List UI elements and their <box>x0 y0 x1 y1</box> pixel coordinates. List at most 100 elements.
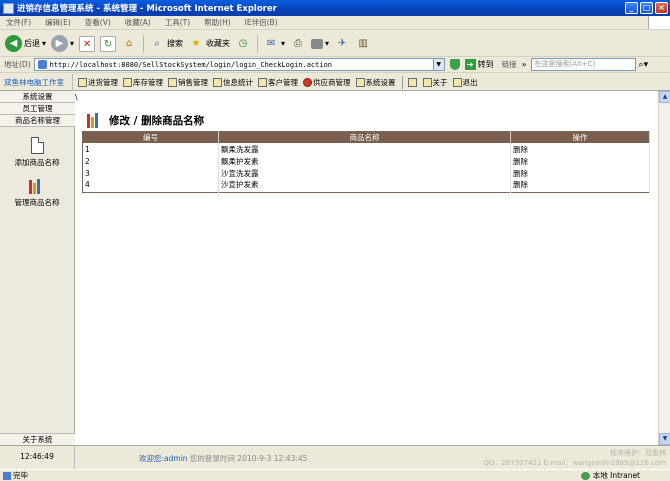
scroll-up-icon[interactable]: ▲ <box>659 91 670 103</box>
table-row: 3 沙宣洗发露 删除 <box>82 167 650 179</box>
brand-name: 双鱼林电脑工作室 <box>0 73 73 91</box>
toolbar-separator <box>143 34 145 53</box>
sidebar-button-employees[interactable]: 员工管理 <box>0 103 75 115</box>
delete-link[interactable]: 删除 <box>510 155 650 167</box>
maximize-icon[interactable]: □ <box>640 2 653 14</box>
print-icon: ⎙ <box>294 37 303 49</box>
edit-button[interactable]: ▾ <box>311 38 329 49</box>
column-header-name: 商品名称 <box>218 131 511 143</box>
sidebar-entry-manage-product-names[interactable]: 管理商品名称 <box>0 178 74 208</box>
history-button[interactable]: ◷ <box>235 36 251 52</box>
go-button[interactable]: 转到 <box>478 59 494 70</box>
delete-link[interactable]: 删除 <box>510 167 650 179</box>
nav-inventory[interactable]: 库存管理 <box>123 77 163 88</box>
window-title: 进销存信息管理系统 - 系统管理 - Microsoft Internet Ex… <box>17 4 277 14</box>
nav-statistics[interactable]: 信息统计 <box>213 77 253 88</box>
home-button[interactable]: ⌂ <box>121 36 137 52</box>
table-row: 1 飘柔洗发露 删除 <box>82 143 650 155</box>
nav-purchase[interactable]: 进货管理 <box>78 77 118 88</box>
nav-label: 库存管理 <box>133 77 163 87</box>
links-label[interactable]: 链接 <box>502 59 517 70</box>
main-nav: 进货管理 库存管理 销售管理 信息统计 客户管理 供应商管理 系统设置 关于 退… <box>73 75 478 89</box>
app-header: 双鱼林电脑工作室 进货管理 库存管理 销售管理 信息统计 客户管理 供应商管理 … <box>0 73 670 91</box>
nav-label: 系统设置 <box>365 77 396 87</box>
table-row: 4 沙宣护发素 删除 <box>82 179 650 193</box>
cell-name: 飘柔护发素 <box>218 155 511 167</box>
cell-name: 沙宣洗发露 <box>218 167 511 179</box>
back-button[interactable]: ◀ 后退 ▾ <box>5 35 46 52</box>
nav-customers[interactable]: 客户管理 <box>258 77 298 88</box>
mail-button[interactable]: ✉ ▾ <box>263 36 285 52</box>
delete-link[interactable]: 删除 <box>510 143 650 155</box>
nav-label: 信息统计 <box>223 77 253 87</box>
address-input[interactable]: http://localhost:8080/SellStockSystem/lo… <box>33 58 434 71</box>
books-icon <box>29 178 45 194</box>
browser-toolbar: ◀ 后退 ▾ ▶ ▾ ✕ ↻ ⌂ ⌕ 搜索 ★ 收藏夹 ◷ ✉ ▾ ⎙ ▾ ✈ … <box>0 31 670 57</box>
credit-contact: QQ：287307421 E-mail：wangjunlin1985@126.c… <box>483 459 666 467</box>
sidebar-entry-add-product-name[interactable]: 添加商品名称 <box>0 137 74 168</box>
cell-id: 2 <box>82 155 219 167</box>
search-button[interactable]: ⌕ 搜索 <box>149 36 183 52</box>
about-icon <box>422 77 432 87</box>
delete-link[interactable]: 删除 <box>510 179 650 193</box>
menu-favorites[interactable]: 收藏(A) <box>125 17 151 28</box>
status-bar: 完毕 本地 Intranet <box>0 469 670 481</box>
nav-about[interactable]: 关于 <box>422 77 448 88</box>
back-label: 后退 <box>24 39 40 48</box>
research-button[interactable]: ▥ <box>355 36 371 52</box>
cell-id: 3 <box>82 167 219 179</box>
messenger-button[interactable]: ✈ <box>334 36 350 52</box>
nav-label: 退出 <box>462 77 478 87</box>
menu-ie-companion[interactable]: IE伴侣(B) <box>245 17 278 28</box>
chevron-right-icon[interactable]: » <box>522 60 527 69</box>
nav-chart[interactable] <box>407 77 418 87</box>
vertical-scrollbar[interactable]: ▲ ▼ <box>658 91 670 445</box>
windows-logo-icon <box>648 16 670 29</box>
scroll-down-icon[interactable]: ▼ <box>659 433 670 445</box>
menu-file[interactable]: 文件(F) <box>6 17 31 28</box>
nav-label: 客户管理 <box>268 77 298 87</box>
left-sidebar: 系统设置 员工管理 商品名称管理 添加商品名称 管理商品名称 关于系统 <box>0 91 75 445</box>
shield-icon[interactable] <box>449 59 460 70</box>
go-arrow-icon[interactable]: ➜ <box>464 59 476 70</box>
search-icon: ⌕ <box>154 37 160 49</box>
sidebar-entry-label: 管理商品名称 <box>14 198 60 207</box>
sidebar-button-system-settings[interactable]: 系统设置 <box>0 91 75 103</box>
minimize-icon[interactable]: _ <box>625 2 638 14</box>
nav-system-settings[interactable]: 系统设置 <box>355 77 396 88</box>
document-icon <box>30 137 44 154</box>
forward-dropdown-icon[interactable]: ▾ <box>70 39 74 48</box>
search-icon[interactable]: ⌕▾ <box>639 60 649 70</box>
nav-label: 供应商管理 <box>313 77 351 87</box>
nav-sales[interactable]: 销售管理 <box>168 77 208 88</box>
favorites-button[interactable]: ★ 收藏夹 <box>188 36 230 52</box>
main-content: \ 修改 / 删除商品名称 编号 商品名称 操作 1 飘柔洗发露 删除 2 飘柔… <box>75 91 658 445</box>
refresh-button[interactable]: ↻ <box>100 35 117 52</box>
nav-label: 关于 <box>432 77 448 87</box>
print-button[interactable]: ⎙ <box>290 36 306 52</box>
cell-name: 沙宣护发素 <box>218 179 511 193</box>
stop-button[interactable]: ✕ <box>79 35 96 52</box>
close-icon[interactable]: × <box>655 2 668 14</box>
about-system-button[interactable]: 关于系统 <box>0 433 75 445</box>
back-dropdown-icon[interactable]: ▾ <box>42 39 46 48</box>
nav-logout[interactable]: 退出 <box>452 77 478 88</box>
security-zone: 本地 Intranet <box>580 470 640 481</box>
nav-label: 销售管理 <box>178 77 208 87</box>
toolbar-search-input[interactable]: 在这里搜索(Alt+C) <box>530 58 636 71</box>
favorites-label: 收藏夹 <box>206 39 231 48</box>
address-dropdown-icon[interactable]: ▼ <box>433 58 445 71</box>
menu-tools[interactable]: 工具(T) <box>165 17 190 28</box>
logout-icon <box>452 77 462 87</box>
forward-button[interactable]: ▶ ▾ <box>51 35 74 52</box>
settings-icon <box>355 77 365 87</box>
page-done-icon <box>3 471 11 480</box>
sidebar-button-product-names[interactable]: 商品名称管理 <box>0 115 75 127</box>
app-footer: 12:46:49 欢迎您:admin 您的登录时间 2010-9-3 12:43… <box>0 445 670 470</box>
nav-suppliers[interactable]: 供应商管理 <box>303 77 351 88</box>
menu-edit[interactable]: 编辑(E) <box>45 17 71 28</box>
search-label: 搜索 <box>167 39 184 48</box>
menu-view[interactable]: 查看(V) <box>85 17 111 28</box>
suppliers-icon <box>303 77 312 87</box>
menu-help[interactable]: 帮助(H) <box>204 17 231 28</box>
